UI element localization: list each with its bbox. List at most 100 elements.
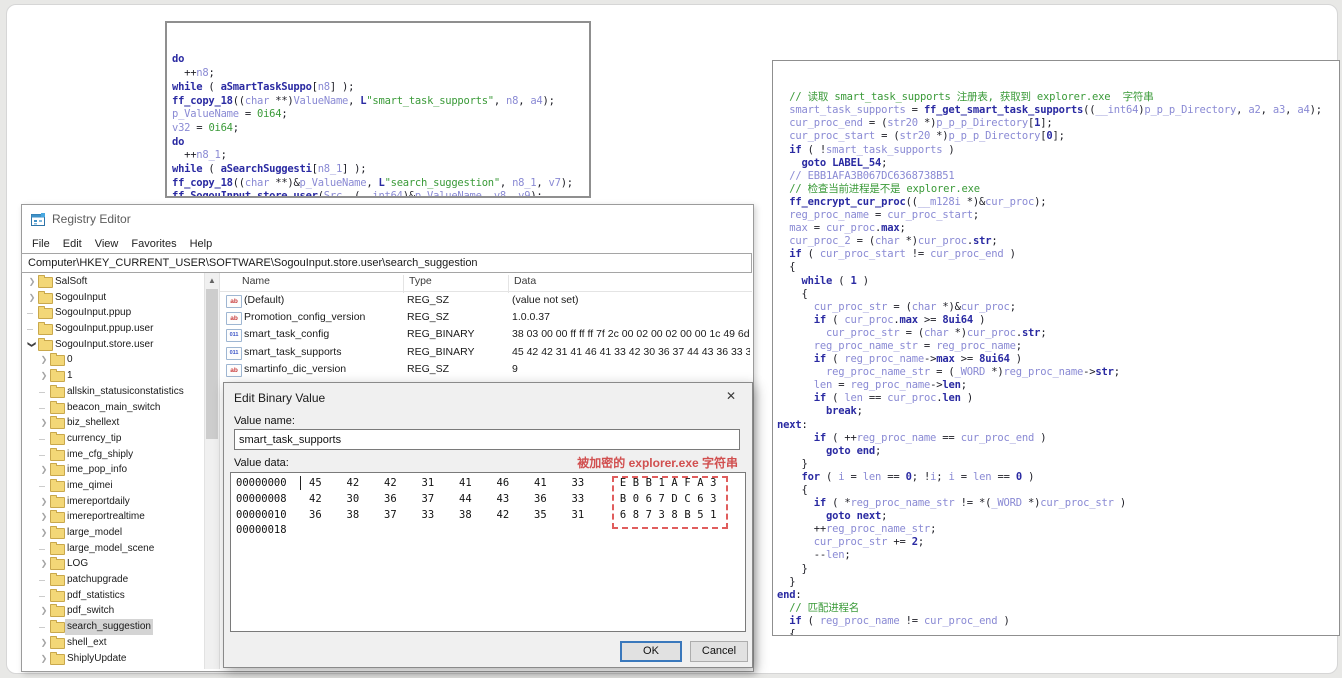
folder-icon: [50, 635, 65, 649]
scrollbar-thumb[interactable]: [206, 289, 218, 439]
column-separator[interactable]: [508, 275, 509, 293]
tree-item-beacon_main_switch[interactable]: beacon_main_switch: [22, 400, 204, 416]
tree-item-1[interactable]: ❯ 1: [22, 368, 204, 384]
code-line: if ( cur_proc_start != cur_proc_end ): [789, 248, 1016, 261]
tree-item-SogouInput.ppup[interactable]: SogouInput.ppup: [22, 305, 204, 321]
value-type: REG_SZ: [407, 311, 450, 324]
tree-item-currency_tip[interactable]: currency_tip: [22, 431, 204, 447]
folder-icon: [50, 353, 65, 367]
tree-item-large_model_scene[interactable]: large_model_scene: [22, 541, 204, 557]
hex-ascii-char: 7: [658, 492, 665, 505]
tree-item-shell_ext[interactable]: ❯ shell_ext: [22, 635, 204, 651]
tree-item-LOG[interactable]: ❯ LOG: [22, 556, 204, 572]
chevron-right-icon[interactable]: ❯: [39, 635, 49, 650]
chevron-right-icon[interactable]: ❯: [39, 462, 49, 477]
column-header-data[interactable]: Data: [514, 275, 536, 287]
tree-item-label: 1: [67, 370, 73, 382]
tree-item-0[interactable]: ❯ 0: [22, 352, 204, 368]
chevron-right-icon[interactable]: ❯: [39, 603, 49, 618]
registry-value-row[interactable]: 011 smart_task_config REG_BINARY 38 03 00 0…: [220, 326, 752, 343]
chevron-right-icon[interactable]: ❯: [39, 352, 49, 367]
tree-item-SalSoft[interactable]: ❯ SalSoft: [22, 274, 204, 290]
chevron-right-icon[interactable]: ❯: [39, 651, 49, 666]
folder-icon: [50, 431, 65, 445]
chevron-right-icon[interactable]: ❯: [27, 290, 37, 305]
chevron-right-icon[interactable]: ❯: [39, 494, 49, 509]
tree-item-pdf_statistics[interactable]: pdf_statistics: [22, 588, 204, 604]
registry-value-row[interactable]: ab smartinfo_dic_version REG_SZ 9: [220, 361, 752, 378]
code-line: if ( reg_proc_name->max >= 8ui64 ): [813, 353, 1022, 366]
menu-item-file[interactable]: File: [28, 237, 54, 251]
tree-item-SogouInput.ppup.user[interactable]: SogouInput.ppup.user: [22, 321, 204, 337]
tree-item-SogouInput[interactable]: ❯ SogouInput: [22, 290, 204, 306]
chevron-right-icon[interactable]: ❯: [39, 525, 49, 540]
chevron-right-icon[interactable]: ❯: [39, 368, 49, 383]
column-separator[interactable]: [403, 275, 404, 293]
column-header-name[interactable]: Name: [242, 275, 270, 287]
chevron-right-icon[interactable]: ❯: [39, 556, 49, 571]
hex-byte: 37: [384, 508, 397, 521]
connector-dash: [39, 391, 45, 393]
tree-item-ShiplyUpdate[interactable]: ❯ ShiplyUpdate: [22, 651, 204, 667]
tree-item-imereportdaily[interactable]: ❯ imereportdaily: [22, 494, 204, 510]
tree-pane[interactable]: ❯ SalSoft ❯ SogouInput SogouInput.ppup SogouI…: [22, 274, 204, 668]
address-bar[interactable]: Computer\HKEY_CURRENT_USER\SOFTWARE\Sogo…: [21, 253, 752, 273]
tree-item-ime_qimei[interactable]: ime_qimei: [22, 478, 204, 494]
connector-dash: [27, 329, 33, 331]
tree-scrollbar[interactable]: ▲: [204, 273, 219, 669]
tree-item-allskin_statusiconstatistics[interactable]: allskin_statusiconstatistics: [22, 384, 204, 400]
ok-button[interactable]: OK: [620, 641, 682, 662]
close-icon[interactable]: ✕: [722, 389, 740, 403]
code-line: }: [777, 575, 796, 588]
tree-item-large_model[interactable]: ❯ large_model: [22, 525, 204, 541]
hex-byte: 36: [384, 492, 397, 505]
tree-item-label: allskin_statusiconstatistics: [67, 385, 184, 397]
registry-value-row[interactable]: 011 smart_task_supports REG_BINARY 45 42 42…: [220, 344, 752, 361]
registry-value-row[interactable]: ab (Default) REG_SZ (value not set): [220, 292, 752, 309]
code-line: goto LABEL_54;: [801, 156, 888, 169]
hex-editor[interactable]: 00000000 45 42 42 31 41 46 41 33 E B B 1 A F A 3 00000008…: [230, 472, 746, 632]
chevron-right-icon[interactable]: ❯: [39, 509, 49, 524]
hex-offset: 00000010: [236, 508, 287, 521]
text-caret: [300, 476, 301, 490]
hex-ascii-char: B: [619, 492, 627, 505]
tree-item-ime_cfg_shiply[interactable]: ime_cfg_shiply: [22, 447, 204, 463]
hex-offset: 00000000: [236, 477, 287, 489]
code-line: if ( !smart_task_supports ): [789, 143, 955, 156]
tree-item-ime_pop_info[interactable]: ❯ ime_pop_info: [22, 462, 204, 478]
tree-item-pdf_switch[interactable]: ❯ pdf_switch: [22, 603, 204, 619]
hex-ascii-char: D: [671, 492, 678, 505]
value-name-input[interactable]: [234, 429, 740, 450]
scroll-up-icon[interactable]: ▲: [205, 274, 219, 288]
hex-byte: 33: [571, 477, 585, 489]
value-type: REG_BINARY: [407, 345, 475, 358]
menu-item-edit[interactable]: Edit: [59, 237, 86, 251]
menu-item-help[interactable]: Help: [186, 237, 217, 251]
menu-item-favorites[interactable]: Favorites: [127, 237, 180, 251]
code-line: cur_proc_start = (str20 *)p_p_p_Director…: [789, 130, 1065, 143]
code-line: while ( 1 ): [801, 274, 870, 287]
code-line: --len;: [777, 549, 851, 562]
column-header-type[interactable]: Type: [409, 275, 432, 287]
code-panel-right: // 读取 smart_task_supports 注册表, 获取到 explo…: [772, 60, 1340, 636]
tree-item-search_suggestion[interactable]: search_suggestion: [22, 619, 204, 635]
tree-item-label: beacon_main_switch: [67, 401, 161, 413]
value-name: smart_task_config: [244, 328, 330, 341]
registry-value-row[interactable]: ab Promotion_config_version REG_SZ 1.0.0.37: [220, 309, 752, 326]
title-bar[interactable]: Registry Editor: [22, 205, 753, 234]
chevron-right-icon[interactable]: ❯: [27, 274, 37, 289]
menu-item-view[interactable]: View: [91, 237, 123, 251]
code-line: cur_proc_str += 2;: [813, 536, 924, 549]
cancel-button[interactable]: Cancel: [690, 641, 748, 662]
hex-ascii-char: A: [697, 477, 704, 489]
tree-item-SogouInput.store.user[interactable]: ❯ SogouInput.store.user: [22, 337, 204, 353]
tree-item-patchupgrade[interactable]: patchupgrade: [22, 572, 204, 588]
tree-item-imereportrealtime[interactable]: ❯ imereportrealtime: [22, 509, 204, 525]
connector-dash: [39, 485, 45, 487]
folder-icon: [38, 306, 53, 320]
hex-ascii-char: 6: [697, 492, 704, 505]
tree-item-biz_shellext[interactable]: ❯ biz_shellext: [22, 415, 204, 431]
hex-byte: 45: [309, 477, 322, 489]
chevron-right-icon[interactable]: ❯: [39, 415, 49, 430]
code-line: v32 = 0i64;: [172, 121, 239, 134]
